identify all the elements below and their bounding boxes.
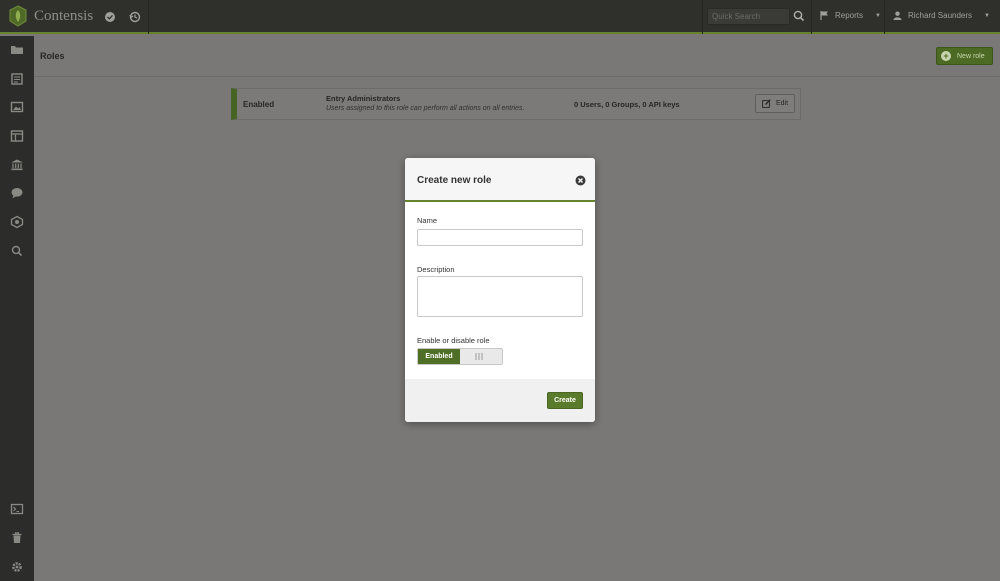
plus-circle-icon: + bbox=[941, 51, 951, 61]
dialog-footer: Create bbox=[405, 379, 595, 422]
header-divider bbox=[34, 76, 1000, 77]
user-icon bbox=[893, 11, 902, 20]
user-menu[interactable]: Richard Saunders ▼ bbox=[893, 11, 990, 20]
dialog-header: Create new role bbox=[405, 158, 595, 202]
quick-search-input[interactable] bbox=[707, 8, 790, 25]
divider bbox=[702, 0, 703, 34]
divider bbox=[884, 0, 885, 34]
role-status: Enabled bbox=[243, 100, 275, 109]
edit-label: Edit bbox=[775, 100, 789, 107]
enable-role-toggle[interactable]: Enabled bbox=[417, 348, 503, 365]
create-role-dialog: Create new role Name Description Enable … bbox=[405, 158, 595, 422]
user-name: Richard Saunders bbox=[908, 11, 973, 20]
sidebar bbox=[0, 36, 34, 581]
layout-icon[interactable] bbox=[10, 129, 24, 143]
contensis-logo-icon bbox=[9, 5, 27, 27]
dialog-title: Create new role bbox=[417, 175, 492, 186]
role-name: Entry Administrators bbox=[326, 94, 401, 103]
pages-icon[interactable] bbox=[10, 72, 24, 86]
new-role-label: New role bbox=[957, 52, 985, 60]
toggle-label: Enable or disable role bbox=[417, 336, 490, 345]
folder-icon[interactable] bbox=[10, 43, 24, 57]
flag-icon bbox=[820, 11, 828, 20]
trash-icon[interactable] bbox=[10, 531, 24, 545]
reports-menu[interactable]: Reports ▼ bbox=[820, 11, 881, 20]
role-row: Enabled Entry Administrators Users assig… bbox=[231, 88, 801, 120]
toggle-enabled-state: Enabled bbox=[418, 349, 460, 364]
gear-icon[interactable] bbox=[10, 560, 24, 574]
name-field[interactable] bbox=[417, 229, 583, 246]
check-circle-icon[interactable] bbox=[102, 9, 118, 25]
search-icon[interactable] bbox=[792, 8, 806, 24]
divider bbox=[811, 0, 812, 34]
history-icon[interactable] bbox=[127, 9, 143, 25]
app-name: Contensis bbox=[34, 7, 94, 24]
layers-icon[interactable] bbox=[10, 215, 24, 229]
create-button[interactable]: Create bbox=[547, 392, 583, 409]
search-icon[interactable] bbox=[10, 244, 24, 258]
new-role-button[interactable]: + New role bbox=[936, 47, 993, 65]
edit-role-button[interactable]: Edit bbox=[755, 94, 795, 113]
name-label: Name bbox=[417, 216, 438, 225]
terminal-icon[interactable] bbox=[10, 502, 24, 516]
top-bar: Contensis Reports ▼ Richard Saunders ▼ bbox=[0, 0, 1000, 34]
role-counts: 0 Users, 0 Groups, 0 API keys bbox=[574, 100, 680, 109]
description-field[interactable] bbox=[417, 276, 583, 317]
role-description: Users assigned to this role can perform … bbox=[326, 105, 525, 112]
comment-icon[interactable] bbox=[10, 186, 24, 200]
page-title: Roles bbox=[40, 51, 65, 61]
app-logo[interactable]: Contensis bbox=[8, 5, 93, 27]
chevron-down-icon: ▼ bbox=[984, 12, 990, 19]
close-icon[interactable] bbox=[575, 175, 586, 186]
reports-label: Reports bbox=[835, 11, 864, 20]
divider bbox=[148, 0, 149, 34]
edit-icon bbox=[762, 99, 771, 108]
bank-icon[interactable] bbox=[10, 158, 24, 172]
grip-icon bbox=[475, 353, 483, 360]
description-label: Description bbox=[417, 265, 455, 274]
image-icon[interactable] bbox=[10, 100, 24, 114]
chevron-down-icon: ▼ bbox=[875, 12, 881, 19]
